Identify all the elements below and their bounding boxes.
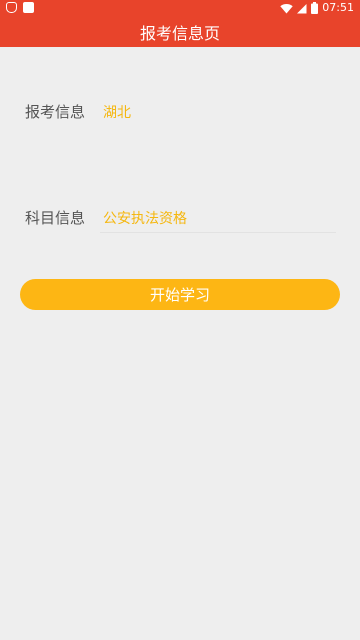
status-notifications xyxy=(6,2,34,13)
subject-info-label: 科目信息 xyxy=(25,209,86,227)
page-title: 报考信息页 xyxy=(139,23,220,43)
status-bar: 07:51 xyxy=(0,0,360,16)
app-bar: 报考信息页 xyxy=(0,16,360,47)
status-indicators: 07:51 xyxy=(280,1,354,15)
exam-info-value[interactable]: 湖北 xyxy=(103,102,131,122)
start-study-button[interactable]: 开始学习 xyxy=(20,279,340,310)
exam-info-label: 报考信息 xyxy=(25,103,86,121)
subject-info-divider xyxy=(100,232,336,233)
signal-icon xyxy=(297,3,307,13)
battery-icon xyxy=(311,2,319,14)
subject-info-value[interactable]: 公安执法资格 xyxy=(103,208,187,228)
square-notification-icon xyxy=(23,2,34,13)
subject-info-row[interactable]: 科目信息 公安执法资格 xyxy=(0,201,360,233)
notification-icon xyxy=(6,2,17,13)
wifi-icon xyxy=(280,3,293,14)
exam-info-row[interactable]: 报考信息 湖北 xyxy=(0,95,360,125)
status-time: 07:51 xyxy=(322,1,354,14)
